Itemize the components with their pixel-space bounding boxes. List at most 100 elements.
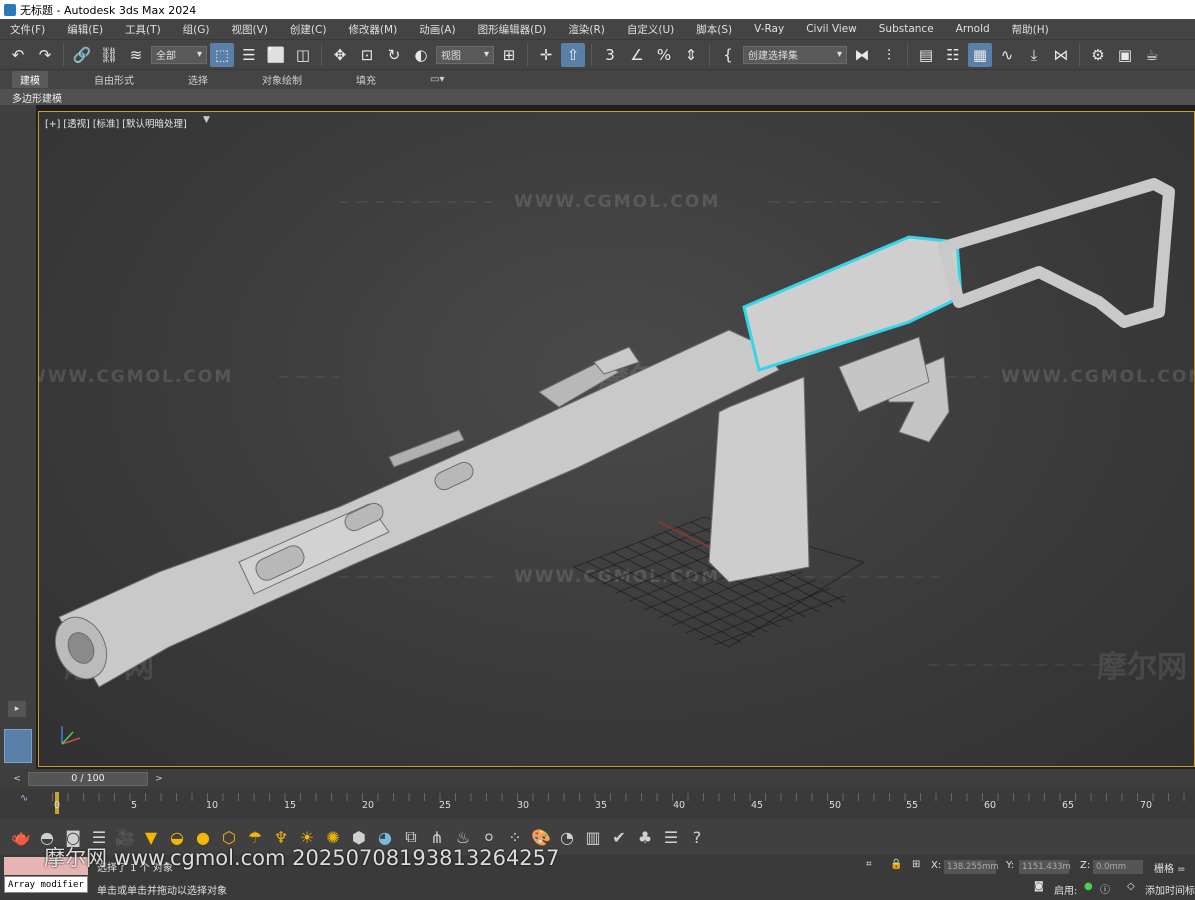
grid-size-label: 栅格 = bbox=[1154, 864, 1186, 875]
curve-editor-icon[interactable]: ∿ bbox=[995, 43, 1019, 67]
info-icon[interactable]: ⓘ bbox=[1100, 881, 1110, 896]
teapot-icon[interactable]: 🫖 bbox=[10, 826, 32, 848]
menu-scripting[interactable]: 脚本(S) bbox=[696, 22, 732, 37]
absolute-mode-icon[interactable]: ⊞ bbox=[912, 859, 920, 870]
lock-icon[interactable]: 🔒 bbox=[890, 859, 902, 870]
keyboard-shortcut-override-icon[interactable]: ⇧ bbox=[561, 42, 585, 67]
ribbon-subpanel: 多边形建模 bbox=[0, 89, 1195, 105]
vray-icon[interactable]: ✔ bbox=[608, 826, 630, 848]
menu-rendering[interactable]: 渲染(R) bbox=[568, 22, 605, 37]
menu-civil-view[interactable]: Civil View bbox=[806, 23, 857, 35]
chevron-down-icon: ▾ bbox=[196, 49, 202, 60]
tab-populate[interactable]: 填充 bbox=[348, 71, 384, 88]
selection-filter-dropdown[interactable]: 全部 ▾ bbox=[151, 45, 207, 64]
tick-label: 0 bbox=[54, 800, 61, 811]
menu-edit[interactable]: 编辑(E) bbox=[67, 22, 103, 37]
menu-arnold[interactable]: Arnold bbox=[956, 23, 990, 35]
menu-group[interactable]: 组(G) bbox=[183, 22, 210, 37]
track-ticks bbox=[52, 793, 1195, 801]
perspective-viewport[interactable]: [+] [透视] [标准] [默认明暗处理] ▼ WWW.CGMOL.COM W… bbox=[38, 111, 1195, 767]
layer-explorer-icon[interactable]: ☷ bbox=[941, 43, 965, 67]
menu-file[interactable]: 文件(F) bbox=[10, 22, 45, 37]
menu-graph-editors[interactable]: 图形编辑器(D) bbox=[478, 22, 547, 37]
z-coordinate-field[interactable]: 0.0mm bbox=[1093, 860, 1143, 874]
scatter-icon[interactable]: ♣ bbox=[634, 826, 656, 848]
mirror-icon[interactable]: ⧓ bbox=[850, 43, 874, 67]
scale-icon[interactable]: ◐ bbox=[409, 43, 433, 67]
menu-substance[interactable]: Substance bbox=[879, 23, 934, 35]
rotate-select-icon[interactable]: ⊡ bbox=[355, 43, 379, 67]
enable-status-icon[interactable]: ● bbox=[1084, 881, 1093, 892]
x-coordinate-field[interactable]: 138.255mm bbox=[944, 860, 999, 874]
viewport-layout-icon[interactable] bbox=[4, 729, 32, 763]
help-icon[interactable]: ? bbox=[686, 826, 708, 848]
ribbon-options-icon[interactable]: ▭▾ bbox=[422, 73, 452, 86]
tick-label: 65 bbox=[1062, 800, 1075, 811]
scene-explorer-icon[interactable]: ▤ bbox=[914, 43, 938, 67]
enable-label: 启用: bbox=[1054, 886, 1078, 897]
tick-label: 70 bbox=[1140, 800, 1153, 811]
add-time-tag-button[interactable]: 添加时间标 bbox=[1145, 882, 1195, 897]
tab-modeling[interactable]: 建模 bbox=[12, 71, 48, 88]
menu-customize[interactable]: 自定义(U) bbox=[627, 22, 674, 37]
spinner-snap-icon[interactable]: ⇕ bbox=[679, 43, 703, 67]
next-frame-icon[interactable]: > bbox=[152, 774, 166, 784]
script-icon[interactable]: ☰ bbox=[660, 826, 682, 848]
select-manipulate-icon[interactable]: ✛ bbox=[534, 43, 558, 67]
toggle-ribbon-icon[interactable]: ▦ bbox=[968, 42, 992, 67]
percent-snap-icon[interactable]: % bbox=[652, 43, 676, 67]
track-bar[interactable]: ∿ 0 5 10 15 20 25 30 35 40 45 50 55 60 6… bbox=[0, 789, 1195, 819]
unlink-icon[interactable]: ⛓ bbox=[97, 43, 121, 67]
undo-icon[interactable]: ↶ bbox=[6, 43, 30, 67]
material-editor-icon[interactable]: ⋈ bbox=[1049, 43, 1073, 67]
align-icon[interactable]: ⫶ bbox=[877, 43, 901, 67]
tab-freeform[interactable]: 自由形式 bbox=[86, 71, 142, 88]
tab-object-paint[interactable]: 对象绘制 bbox=[254, 71, 310, 88]
rectangular-selection-icon[interactable]: ⬜ bbox=[264, 43, 288, 67]
expand-arrow-icon[interactable]: ▸ bbox=[8, 701, 26, 717]
menu-help[interactable]: 帮助(H) bbox=[1012, 22, 1049, 37]
angle-snap-icon[interactable]: ∠ bbox=[625, 43, 649, 67]
toolbar-divider bbox=[591, 43, 592, 66]
curve-editor-mini-icon[interactable]: ∿ bbox=[20, 793, 28, 804]
prev-frame-icon[interactable]: < bbox=[10, 774, 24, 784]
move-icon[interactable]: ✥ bbox=[328, 43, 352, 67]
menu-vray[interactable]: V-Ray bbox=[754, 23, 784, 35]
menu-views[interactable]: 视图(V) bbox=[232, 22, 268, 37]
toolbar-divider bbox=[907, 43, 908, 66]
window-crossing-icon[interactable]: ◫ bbox=[291, 43, 315, 67]
rotate-icon[interactable]: ↻ bbox=[382, 43, 406, 67]
time-tag-icon[interactable]: ◇ bbox=[1127, 881, 1135, 892]
select-object-icon[interactable]: ⬚ bbox=[210, 42, 234, 67]
prompt-line: 单击或单击并拖动以选择对象 bbox=[97, 886, 227, 897]
tick-label: 5 bbox=[131, 800, 138, 811]
render-setup-icon[interactable]: ⚙ bbox=[1086, 43, 1110, 67]
polygon-modeling-label[interactable]: 多边形建模 bbox=[12, 90, 62, 105]
y-label: Y: bbox=[1006, 860, 1015, 871]
toolbar-divider bbox=[321, 43, 322, 66]
render-production-icon[interactable]: ☕ bbox=[1140, 43, 1164, 67]
reference-coordinate-dropdown[interactable]: 视图 ▾ bbox=[436, 45, 494, 64]
scene-converter-icon[interactable]: ▥ bbox=[582, 826, 604, 848]
tab-selection[interactable]: 选择 bbox=[180, 71, 216, 88]
menu-modifiers[interactable]: 修改器(M) bbox=[348, 22, 397, 37]
select-by-name-icon[interactable]: ☰ bbox=[237, 43, 261, 67]
pivot-center-icon[interactable]: ⊞ bbox=[497, 43, 521, 67]
schematic-view-icon[interactable]: ⤓ bbox=[1022, 43, 1046, 67]
ribbon-tabs: 建模 自由形式 选择 对象绘制 填充 ▭▾ bbox=[0, 69, 1195, 89]
tick-label: 25 bbox=[439, 800, 452, 811]
bind-space-warp-icon[interactable]: ≋ bbox=[124, 43, 148, 67]
link-icon[interactable]: 🔗 bbox=[70, 43, 94, 67]
redo-icon[interactable]: ↷ bbox=[33, 43, 57, 67]
snaps-toggle-icon[interactable]: 3 bbox=[598, 43, 622, 67]
time-slider-handle[interactable]: 0 / 100 bbox=[28, 772, 148, 786]
adaptive-degradation-icon[interactable]: ◙ bbox=[1034, 881, 1044, 892]
menu-animation[interactable]: 动画(A) bbox=[419, 22, 455, 37]
rendered-frame-window-icon[interactable]: ▣ bbox=[1113, 43, 1137, 67]
menu-create[interactable]: 创建(C) bbox=[290, 22, 327, 37]
y-coordinate-field[interactable]: 1151.433m bbox=[1019, 860, 1071, 874]
named-selection-dropdown[interactable]: 创建选择集 ▾ bbox=[743, 45, 847, 64]
menu-tools[interactable]: 工具(T) bbox=[125, 22, 161, 37]
isolate-selection-icon[interactable]: ⌗ bbox=[866, 859, 872, 870]
edit-named-selection-icon[interactable]: { bbox=[716, 43, 740, 67]
